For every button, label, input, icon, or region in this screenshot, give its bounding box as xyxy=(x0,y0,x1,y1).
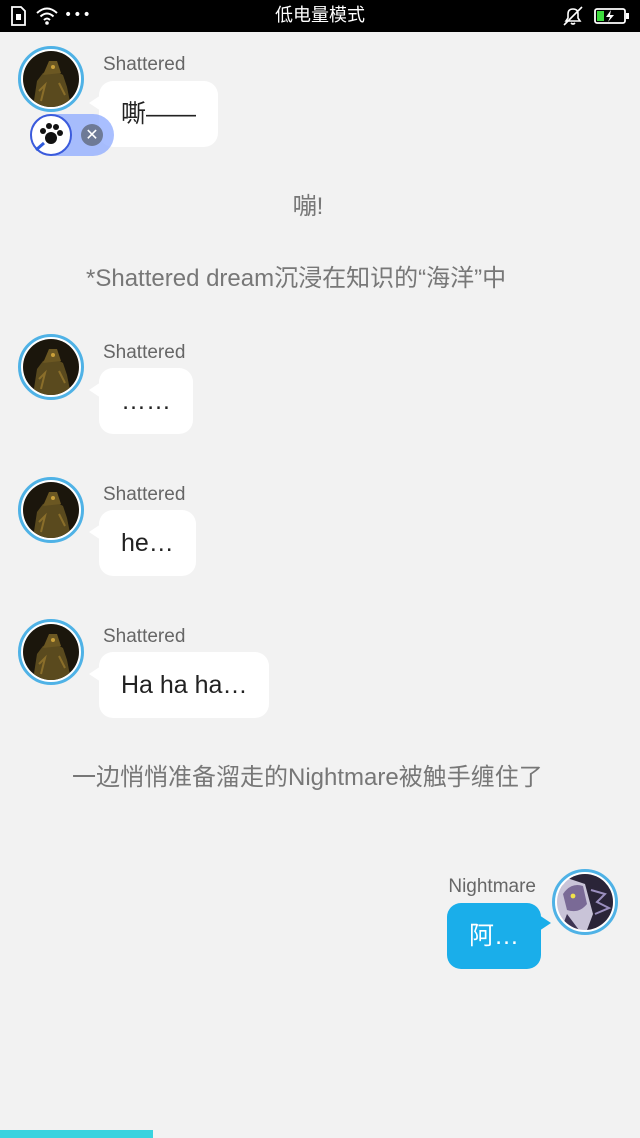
shattered-portrait-icon xyxy=(23,482,79,538)
narration-text: *Shattered dream沉浸在知识的“海洋”中 xyxy=(86,265,507,292)
sender-name: Shattered xyxy=(103,626,186,647)
message-bubble[interactable]: 阿… xyxy=(446,903,552,969)
close-icon[interactable]: ✕ xyxy=(81,124,103,146)
status-bar: ••• 低电量模式 xyxy=(0,0,640,32)
avatar-shattered[interactable] xyxy=(18,46,84,112)
avatar-shattered[interactable] xyxy=(18,619,84,685)
shattered-portrait-icon xyxy=(23,339,79,395)
chat-area[interactable]: Shattered 嘶—— ✕ 嘣! *Shattered dream沉浸在知识… xyxy=(0,32,640,1132)
narration-text: 嘣! xyxy=(292,193,324,220)
avatar-nightmare[interactable] xyxy=(552,869,618,935)
message-bubble[interactable]: Ha ha ha… xyxy=(88,652,270,718)
message-bubble[interactable]: 嘶—— xyxy=(88,81,219,147)
nightmare-portrait-icon xyxy=(557,874,613,930)
status-title: 低电量模式 xyxy=(275,5,365,26)
sender-name: Shattered xyxy=(103,342,186,363)
battery-charging-icon xyxy=(594,8,629,24)
sender-name: Shattered xyxy=(103,54,186,75)
message-bubble[interactable]: …… xyxy=(89,368,193,434)
shattered-portrait-icon xyxy=(23,624,79,680)
avatar-shattered[interactable] xyxy=(18,477,84,543)
paw-icon[interactable] xyxy=(30,114,72,156)
progress-bar xyxy=(0,1130,153,1138)
avatar-shattered[interactable] xyxy=(18,334,84,400)
narration-text: 一边悄悄准备溜走的Nightmare被触手缠住了 xyxy=(72,764,543,791)
silent-bell-icon xyxy=(563,6,583,26)
sender-name: Nightmare xyxy=(448,876,536,897)
shattered-portrait-icon xyxy=(23,51,79,107)
message-bubble[interactable]: he… xyxy=(89,510,196,576)
sender-name: Shattered xyxy=(103,484,186,505)
